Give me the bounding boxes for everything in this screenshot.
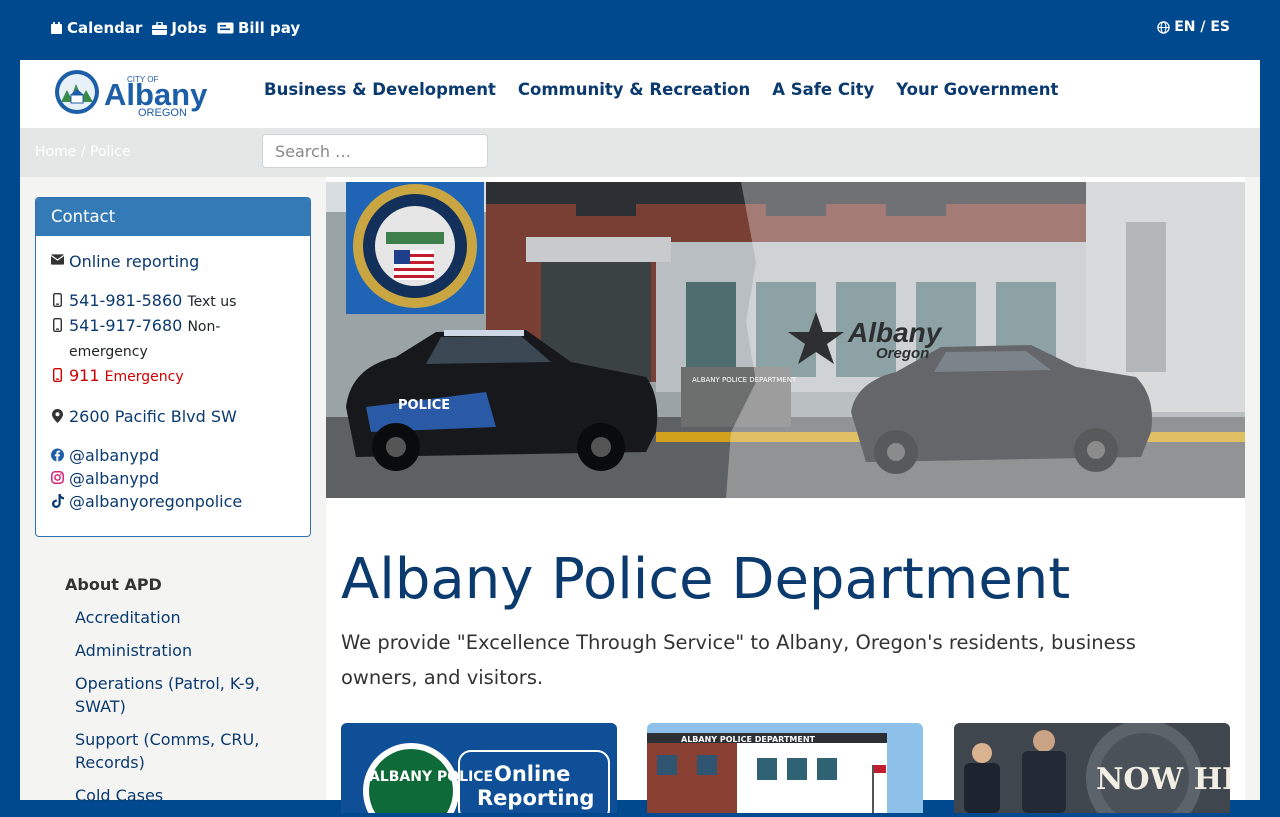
- breadcrumb-home[interactable]: Home: [35, 144, 76, 160]
- contact-card-body: Online reporting 541-981-5860 Text us 54…: [36, 236, 310, 527]
- sidebar-heading: About APD: [65, 575, 162, 594]
- facebook-link[interactable]: @albanypd: [69, 444, 159, 467]
- tile-building-sign: ALBANY POLICE DEPARTMENT: [681, 735, 816, 744]
- sidebar-nav: About APD Accreditation Administration O…: [65, 575, 305, 817]
- site-header: CITY OF Albany OREGON Business & Develop…: [20, 60, 1260, 128]
- bill-pay-link[interactable]: Bill pay: [217, 19, 300, 37]
- globe-icon: [1157, 20, 1170, 34]
- language-label: EN / ES: [1174, 19, 1230, 35]
- phone-emergency-note: Emergency: [104, 369, 184, 385]
- sidebar-item-cold-cases: Cold Cases: [75, 784, 305, 807]
- hero-watermark-oregon: Oregon: [876, 345, 929, 362]
- page-lead: We provide "Excellence Through Service" …: [341, 631, 1136, 689]
- map-marker-icon: [51, 409, 64, 423]
- tile-badge-text: ALBANY POLICE: [369, 769, 493, 785]
- mobile-phone-icon: [51, 318, 64, 332]
- mobile-phone-icon: [51, 293, 64, 307]
- phone-text-us-note: Text us: [187, 294, 237, 310]
- language-switcher[interactable]: EN / ES: [1157, 19, 1230, 35]
- money-bill-icon: [217, 22, 234, 34]
- nav-safe-city[interactable]: A Safe City: [772, 80, 874, 99]
- calendar-icon: [51, 22, 62, 34]
- main-content: ALBANY POLICE DEPARTMENT POLICE Albany O…: [326, 177, 1245, 813]
- phone-non-emergency[interactable]: 541-917-7680: [69, 316, 182, 335]
- page-frame: Calendar Jobs Bill pay EN / ES CITY OF A…: [20, 0, 1260, 813]
- content-area: Contact Online reporting 541-981-5860 Te…: [20, 177, 1260, 813]
- logo-oregon: OREGON: [138, 107, 187, 118]
- breadcrumb-current: Police: [89, 144, 131, 160]
- calendar-link[interactable]: Calendar: [50, 19, 142, 37]
- nav-community-recreation[interactable]: Community & Recreation: [518, 80, 750, 99]
- page-title: Albany Police Department: [341, 547, 1071, 612]
- nav-business-development[interactable]: Business & Development: [264, 80, 496, 99]
- sidebar-link[interactable]: Accreditation: [75, 608, 181, 627]
- sidebar-link[interactable]: Cold Cases: [75, 786, 163, 805]
- breadcrumb: Home / Police: [35, 144, 131, 160]
- facebook-icon: [51, 448, 64, 462]
- hero-watermark-albany: Albany: [847, 317, 943, 348]
- instagram-icon: [51, 471, 64, 484]
- utility-links: Calendar Jobs Bill pay: [50, 19, 300, 37]
- search-input[interactable]: [262, 134, 488, 168]
- contact-card-title: Contact: [36, 198, 310, 236]
- sidebar-item-administration: Administration: [75, 639, 305, 662]
- address-link[interactable]: 2600 Pacific Blvd SW: [69, 405, 237, 428]
- breadcrumb-bar: Home / Police: [20, 128, 1260, 177]
- sidebar-item-accreditation: Accreditation: [75, 606, 305, 629]
- bill-pay-label: Bill pay: [237, 19, 301, 37]
- tile-reporting-text: Reporting: [477, 786, 594, 810]
- tiktok-icon: [51, 494, 64, 508]
- mobile-phone-icon: [51, 368, 64, 382]
- online-reporting-link[interactable]: Online reporting: [69, 250, 199, 273]
- instagram-link[interactable]: @albanypd: [69, 467, 159, 490]
- phone-text-us[interactable]: 541-981-5860: [69, 291, 182, 310]
- albany-logo[interactable]: CITY OF Albany OREGON: [54, 68, 219, 119]
- calendar-label: Calendar: [67, 19, 143, 37]
- jobs-link[interactable]: Jobs: [152, 19, 207, 37]
- breadcrumb-separator: /: [76, 144, 90, 160]
- sidebar-link[interactable]: Support (Comms, CRU, Records): [75, 730, 259, 772]
- sidebar-item-operations: Operations (Patrol, K-9, SWAT): [75, 672, 305, 718]
- main-nav: Business & Development Community & Recre…: [264, 80, 1058, 99]
- hero-image: ALBANY POLICE DEPARTMENT POLICE Albany O…: [326, 182, 1245, 498]
- phone-emergency[interactable]: 911: [69, 366, 100, 385]
- tiktok-link[interactable]: @albanyoregonpolice: [69, 490, 242, 513]
- top-utility-bar: Calendar Jobs Bill pay EN / ES: [20, 0, 1260, 60]
- sidebar-link[interactable]: Administration: [75, 641, 192, 660]
- tile-online-text: Online: [494, 762, 570, 786]
- briefcase-icon: [152, 21, 168, 35]
- nav-your-government[interactable]: Your Government: [896, 80, 1058, 99]
- sidebar-item-support: Support (Comms, CRU, Records): [75, 728, 305, 774]
- envelope-icon: [51, 254, 64, 265]
- jobs-label: Jobs: [171, 19, 207, 37]
- tile-now-hiring-text: NOW HIRING: [1096, 762, 1230, 797]
- contact-card: Contact Online reporting 541-981-5860 Te…: [35, 197, 311, 537]
- hero-car-police-label: POLICE: [398, 398, 450, 413]
- sidebar-link[interactable]: Operations (Patrol, K-9, SWAT): [75, 674, 260, 716]
